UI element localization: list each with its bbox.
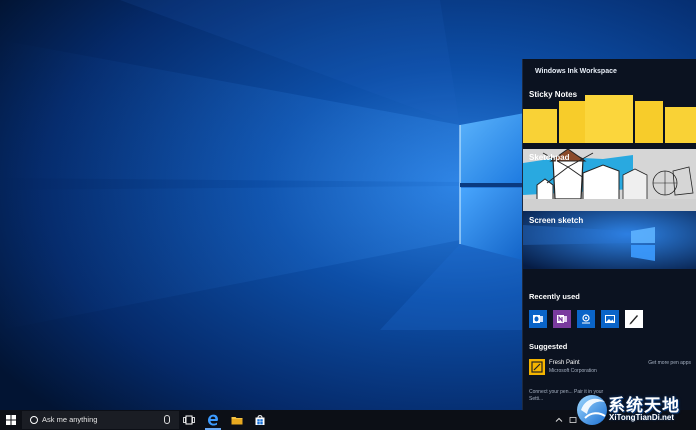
photos-icon[interactable] — [601, 310, 619, 328]
sketchpad-label: Sketchpad — [529, 153, 570, 162]
sticky-notes-label: Sticky Notes — [529, 90, 578, 99]
chevron-up-icon[interactable] — [555, 416, 563, 424]
get-more-pen-apps-link[interactable]: Get more pen apps — [648, 360, 691, 366]
screen-sketch-label: Screen sketch — [529, 216, 584, 225]
recently-used-heading: Recently used — [529, 292, 580, 301]
sticky-notes-tile[interactable]: Sticky Notes — [523, 85, 696, 143]
panel-title: Windows Ink Workspace — [535, 68, 617, 75]
suggested-app-publisher: Microsoft Corporation — [549, 368, 597, 374]
start-icon[interactable] — [6, 415, 16, 425]
edge-icon[interactable] — [207, 414, 219, 426]
suggested-app-name[interactable]: Fresh Paint — [549, 360, 580, 366]
search-input[interactable]: Ask me anything — [42, 415, 97, 424]
suggested-heading: Suggested — [529, 342, 568, 351]
microphone-icon[interactable] — [164, 415, 170, 424]
maps-icon[interactable] — [577, 310, 595, 328]
task-view-icon[interactable] — [183, 414, 195, 426]
watermark-logo — [577, 395, 607, 425]
screen-sketch-tile[interactable]: Screen sketch — [523, 211, 696, 269]
cortana-icon — [30, 416, 38, 424]
sketchpad-tile[interactable]: Sketchpad — [523, 149, 696, 211]
file-explorer-icon[interactable] — [231, 414, 243, 426]
store-icon[interactable] — [254, 414, 266, 426]
watermark-text-en: XiTongTianDi.net — [609, 413, 675, 422]
fresh-paint-icon[interactable] — [529, 359, 545, 375]
pen-app-icon[interactable] — [625, 310, 643, 328]
site-watermark: 系统天地 XiTongTianDi.net — [575, 388, 695, 430]
search-box[interactable]: Ask me anything — [22, 411, 179, 429]
outlook-icon[interactable] — [529, 310, 547, 328]
onenote-icon[interactable] — [553, 310, 571, 328]
ink-workspace-panel: Windows Ink Workspace Sticky Notes Sketc… — [522, 59, 696, 410]
